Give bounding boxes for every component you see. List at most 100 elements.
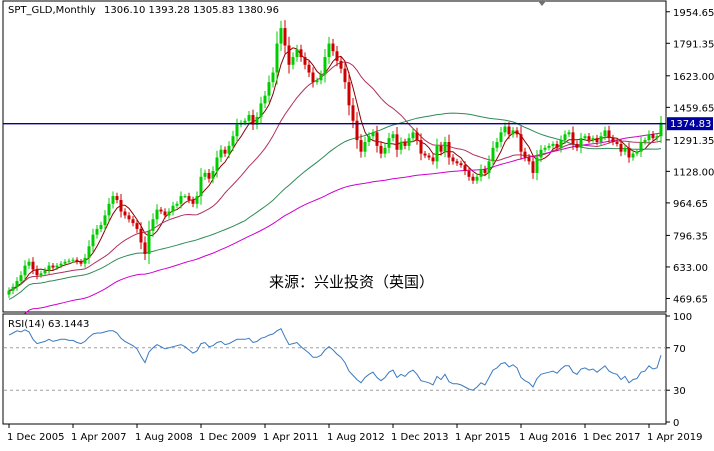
candle-bull xyxy=(295,49,299,58)
ohlc-values: 1306.10 1393.28 1305.83 1380.96 xyxy=(104,5,279,16)
time-tick-label: 1 Dec 2009 xyxy=(199,432,257,443)
time-tick-label: 1 Dec 2013 xyxy=(391,432,449,443)
candle-bull xyxy=(327,43,331,58)
candle-bull xyxy=(71,259,75,261)
time-tick-label: 1 Aug 2016 xyxy=(519,432,577,443)
candle-bull xyxy=(367,136,371,143)
candle-bull xyxy=(315,80,319,83)
candle-bull xyxy=(155,209,159,220)
candle-bear xyxy=(339,60,343,69)
candle-bull xyxy=(211,170,215,179)
candle-bull xyxy=(319,74,323,81)
candle-bull xyxy=(475,176,479,181)
candle-bull xyxy=(271,72,275,83)
candle-bull xyxy=(47,265,51,271)
candle-bull xyxy=(487,161,491,173)
candle-bull xyxy=(179,196,183,204)
candle-bull xyxy=(371,132,375,137)
candle-bull xyxy=(503,126,507,133)
price-tick-label: 633.00 xyxy=(673,263,708,274)
candle-bear xyxy=(35,269,39,276)
candle-bull xyxy=(267,82,271,96)
candle-bear xyxy=(415,132,419,141)
candle-bear xyxy=(627,147,631,158)
candle-bear xyxy=(79,261,83,264)
price-tick-label: 1291.35 xyxy=(673,136,714,147)
candle-bear xyxy=(607,130,611,139)
candle-bear xyxy=(483,169,487,173)
candle-bull xyxy=(491,147,495,162)
candle-bull xyxy=(195,196,199,204)
candle-bull xyxy=(215,157,219,171)
candle-bull xyxy=(407,138,411,146)
candle-bull xyxy=(643,140,647,143)
candle-bear xyxy=(595,138,599,143)
candle-bull xyxy=(259,103,263,117)
candle-bear xyxy=(531,161,535,173)
candle-bull xyxy=(655,136,659,139)
candle-bull xyxy=(27,261,31,266)
candle-bull xyxy=(203,172,207,177)
candle-bull xyxy=(107,203,111,216)
candle-bear xyxy=(31,261,35,270)
candle-bear xyxy=(395,134,399,150)
candle-bull xyxy=(543,147,547,150)
candle-bear xyxy=(463,165,467,171)
price-tick-label: 1128.00 xyxy=(673,167,714,178)
candle-bull xyxy=(59,263,63,266)
candle-bear xyxy=(351,105,355,121)
rsi-tick-label: 0 xyxy=(673,418,679,429)
candle-bull xyxy=(99,225,103,229)
candle-bear xyxy=(611,138,615,143)
candle-bear xyxy=(419,140,423,154)
candle-bull xyxy=(39,273,43,276)
candle-bear xyxy=(115,196,119,200)
candle-bear xyxy=(75,259,79,262)
candle-bear xyxy=(467,170,471,177)
candle-bull xyxy=(11,286,15,291)
candle-bear xyxy=(379,145,383,154)
candle-bull xyxy=(243,120,247,123)
chart-title: SPT_GLD,Monthly xyxy=(8,5,96,16)
price-tick-label: 469.65 xyxy=(673,294,708,305)
candle-bear xyxy=(359,140,363,152)
candle-bull xyxy=(539,149,543,158)
candle-bear xyxy=(423,153,427,156)
candle-bear xyxy=(119,199,123,212)
candle-bull xyxy=(199,176,203,197)
candle-bear xyxy=(283,28,287,46)
candle-bear xyxy=(51,265,55,268)
candle-bull xyxy=(647,134,651,141)
rsi-tick-label: 100 xyxy=(673,312,692,323)
price-tick-label: 1791.35 xyxy=(673,39,714,50)
candle-bull xyxy=(291,57,295,65)
time-tick-label: 1 Dec 2005 xyxy=(7,432,65,443)
candle-bull xyxy=(399,142,403,150)
candle-bear xyxy=(575,143,579,148)
candle-bull xyxy=(391,134,395,139)
candle-bull xyxy=(495,142,499,148)
candle-bear xyxy=(459,163,463,166)
candle-bear xyxy=(343,68,347,83)
candle-bear xyxy=(455,161,459,164)
candle-bull xyxy=(323,57,327,75)
source-annotation: 来源：兴业投资（英国） xyxy=(269,273,434,291)
candle-bull xyxy=(411,132,415,139)
candle-bear xyxy=(307,64,311,73)
candle-bull xyxy=(435,145,439,162)
candle-bull xyxy=(279,28,283,44)
candle-bull xyxy=(111,196,115,204)
candle-bull xyxy=(171,205,175,212)
rsi-panel xyxy=(2,313,667,425)
candle-bull xyxy=(247,114,251,121)
time-tick-label: 1 Aug 2012 xyxy=(327,432,385,443)
price-tick-label: 1954.65 xyxy=(673,8,714,19)
candle-bear xyxy=(131,219,135,224)
candle-bull xyxy=(23,265,27,276)
candle-bear xyxy=(331,43,335,52)
candle-bull xyxy=(263,95,267,104)
time-tick-label: 1 Apr 2019 xyxy=(647,432,702,443)
price-tick-label: 964.65 xyxy=(673,199,708,210)
candle-bull xyxy=(147,230,151,255)
candle-bear xyxy=(519,134,523,152)
